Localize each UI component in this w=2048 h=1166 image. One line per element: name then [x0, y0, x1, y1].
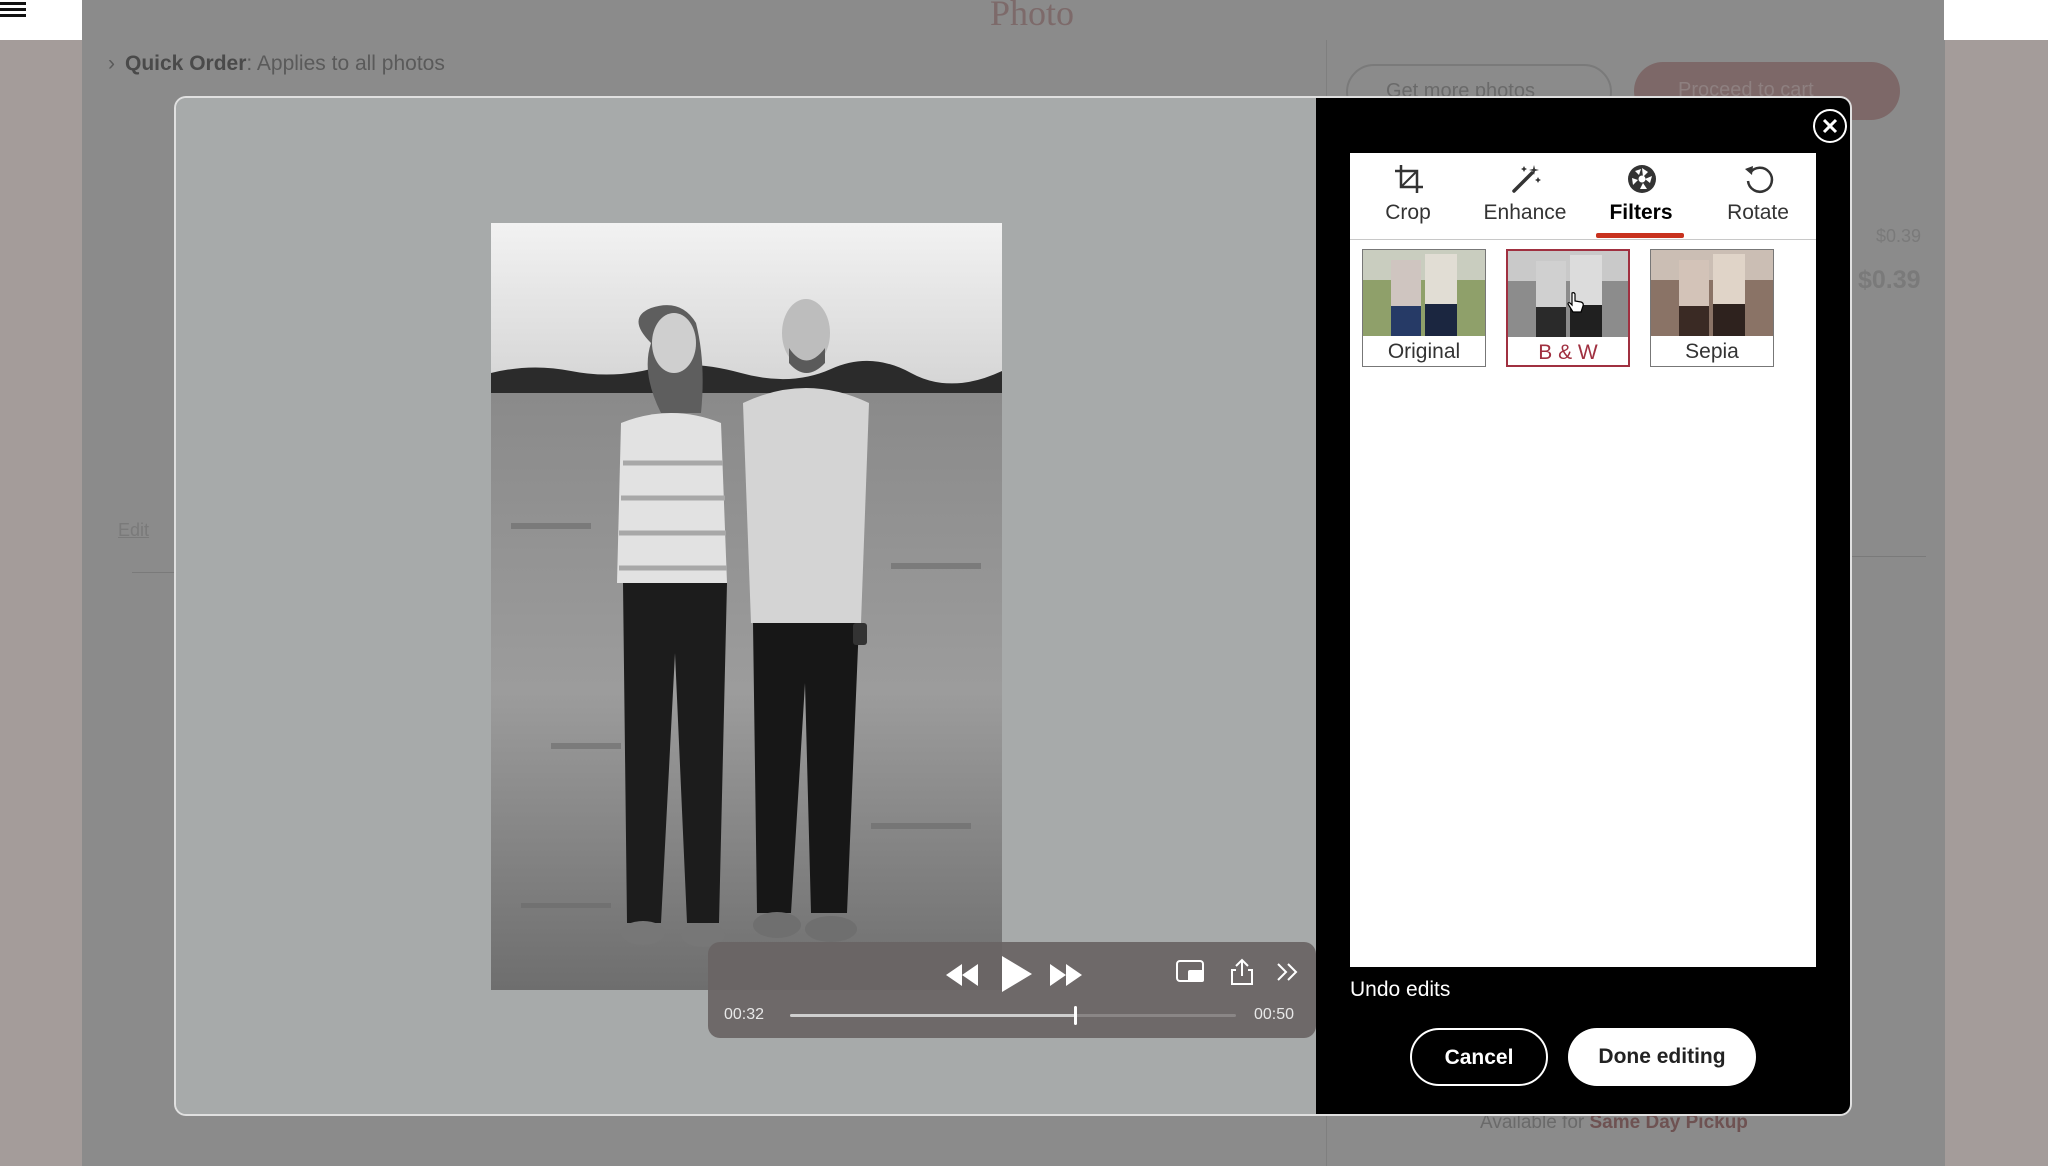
- play-icon[interactable]: [998, 954, 1034, 999]
- editor-panel: Crop Enhance Filters Rotate Original B &…: [1316, 98, 1850, 1114]
- tab-crop[interactable]: Crop: [1363, 153, 1453, 239]
- preview-area: 00:32 00:50: [176, 98, 1316, 1114]
- pickup-availability: Available for Same Day Pickup: [1480, 1112, 1748, 1134]
- share-icon[interactable]: [1230, 958, 1254, 991]
- filter-sepia[interactable]: Sepia: [1650, 249, 1774, 367]
- tab-label: Rotate: [1727, 201, 1789, 224]
- rewind-icon[interactable]: [946, 964, 980, 991]
- hamburger-menu-icon[interactable]: [0, 0, 26, 20]
- price-total: $0.39: [1858, 266, 1921, 294]
- filter-thumbnail: [1363, 250, 1485, 336]
- fast-forward-icon[interactable]: [1048, 964, 1082, 991]
- close-button[interactable]: [1810, 106, 1850, 146]
- edit-link[interactable]: Edit: [118, 520, 149, 541]
- left-margin: [0, 40, 82, 1166]
- filter-label: Original: [1387, 340, 1461, 363]
- pointer-cursor-icon: [1567, 292, 1585, 319]
- editor-tabs: Crop Enhance Filters Rotate: [1350, 153, 1816, 240]
- aperture-icon: [1628, 165, 1656, 193]
- filter-original[interactable]: Original: [1362, 249, 1486, 367]
- scrubber-thumb[interactable]: [1074, 1006, 1078, 1025]
- quick-order-toggle[interactable]: › Quick Order: Applies to all photos: [108, 52, 445, 76]
- filter-thumbnail: [1651, 250, 1773, 336]
- rotate-icon: [1745, 166, 1774, 193]
- photo-preview: [491, 223, 1002, 990]
- close-icon: [1822, 118, 1838, 134]
- magic-wand-icon: [1512, 165, 1541, 193]
- top-bar-right: [1944, 0, 2048, 40]
- active-tab-indicator: [1596, 233, 1684, 238]
- media-controls: 00:32 00:50: [708, 942, 1316, 1038]
- chevron-double-right-icon[interactable]: [1276, 962, 1300, 987]
- tab-label: Enhance: [1483, 201, 1567, 224]
- filter-label: Sepia: [1685, 340, 1739, 363]
- picture-in-picture-icon[interactable]: [1176, 960, 1206, 989]
- tab-label: Filters: [1609, 201, 1673, 224]
- total-time: 00:50: [1254, 1006, 1295, 1023]
- quick-order-text: : Applies to all photos: [246, 52, 445, 75]
- tab-label: Crop: [1385, 201, 1431, 224]
- photo-image: [491, 223, 1002, 990]
- available-option: Same Day Pickup: [1589, 1112, 1748, 1133]
- cancel-button[interactable]: Cancel: [1410, 1028, 1548, 1086]
- playback-scrubber[interactable]: [790, 1006, 1236, 1025]
- tab-enhance[interactable]: Enhance: [1480, 153, 1570, 239]
- crop-icon: [1395, 165, 1423, 193]
- chevron-right-icon: ›: [108, 52, 115, 75]
- photo-editor-modal: 00:32 00:50 Crop Enhance Filters Rotate …: [176, 98, 1850, 1114]
- filter-label: B & W: [1538, 341, 1598, 364]
- quick-order-label: Quick Order: [125, 52, 247, 75]
- elapsed-time: 00:32: [724, 1006, 765, 1023]
- undo-edits-link[interactable]: Undo edits: [1350, 978, 1450, 1002]
- tab-rotate[interactable]: Rotate: [1713, 153, 1803, 239]
- done-editing-button[interactable]: Done editing: [1568, 1028, 1756, 1086]
- available-prefix: Available for: [1480, 1112, 1585, 1133]
- logo: Photo: [990, 0, 1075, 33]
- tab-filters[interactable]: Filters: [1596, 153, 1686, 239]
- tool-panel: Crop Enhance Filters Rotate Original B &…: [1350, 153, 1816, 967]
- price-small: $0.39: [1876, 226, 1922, 246]
- playback-progress: [790, 1014, 1076, 1017]
